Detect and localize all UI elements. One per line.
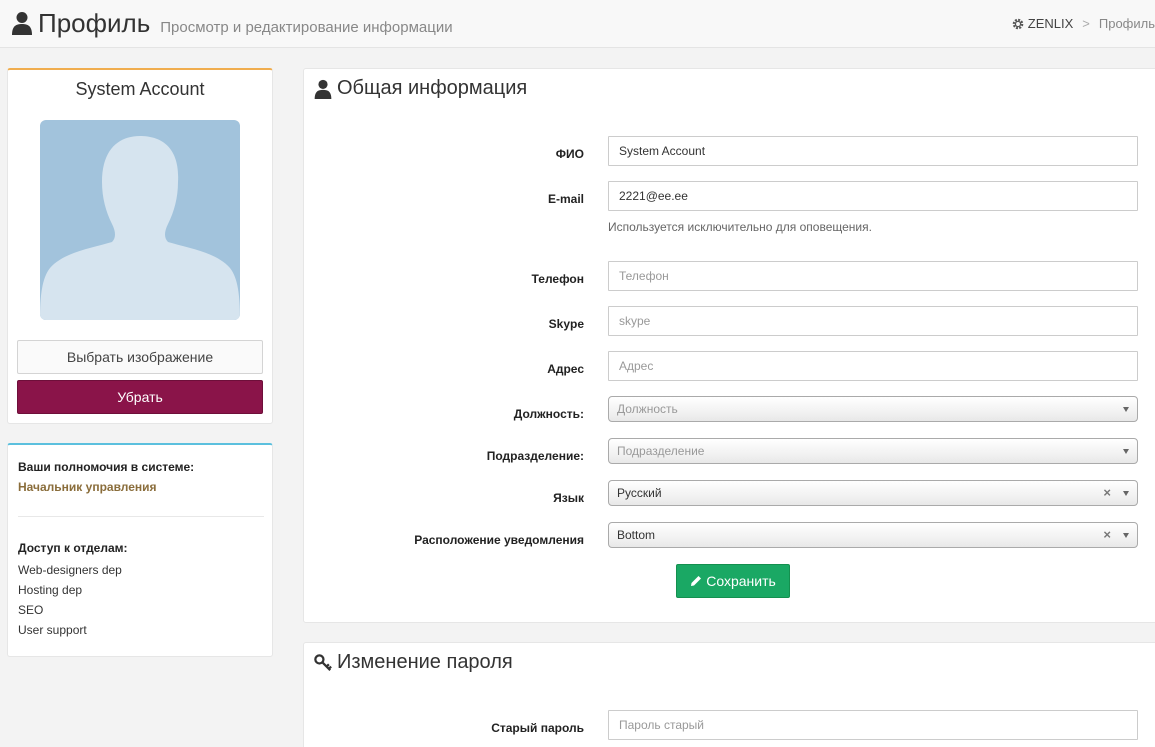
remove-image-button[interactable]: Убрать	[17, 380, 263, 414]
divider	[18, 516, 264, 517]
old-password-label: Старый пароль	[491, 721, 584, 735]
chevron-down-icon[interactable]	[1123, 449, 1129, 454]
phone-input[interactable]	[608, 261, 1138, 291]
email-help-text: Используется исключительно для оповещени…	[608, 220, 872, 234]
chevron-down-icon[interactable]	[1123, 407, 1129, 412]
page-title-text: Профиль	[38, 8, 151, 38]
skype-input[interactable]	[608, 306, 1138, 336]
permissions-label: Ваши полномочия в системе:	[18, 460, 195, 474]
address-input[interactable]	[608, 351, 1138, 381]
general-info-card: Общая информация ФИО E-mail Используется…	[303, 68, 1155, 623]
department-label: Подразделение:	[486, 449, 584, 463]
user-icon	[12, 12, 32, 35]
pencil-icon	[691, 576, 702, 586]
clear-icon[interactable]: ×	[1103, 528, 1111, 542]
chevron-down-icon[interactable]	[1123, 491, 1129, 496]
permissions-card: Ваши полномочия в системе: Начальник упр…	[7, 443, 273, 657]
choose-image-button[interactable]: Выбрать изображение	[17, 340, 263, 374]
default-avatar-silhouette	[40, 136, 240, 320]
page-header: Профиль Просмотр и редактирование информ…	[0, 0, 1155, 48]
breadcrumb: ZENLIX > Профиль	[1012, 16, 1155, 31]
breadcrumb-separator: >	[1082, 16, 1090, 31]
address-label: Адрес	[547, 362, 584, 376]
position-label: Должность:	[513, 407, 584, 421]
language-select[interactable]: Русский ×	[608, 480, 1138, 506]
general-info-heading: Общая информация	[314, 77, 527, 100]
list-item: Hosting dep	[18, 583, 83, 597]
profile-name: System Account	[75, 79, 205, 99]
notify-position-value: Bottom	[617, 528, 656, 542]
position-select-placeholder: Должность	[617, 402, 678, 416]
password-title: Изменение пароля	[337, 651, 513, 673]
user-icon	[314, 79, 332, 99]
clear-icon[interactable]: ×	[1103, 486, 1111, 500]
page-subtitle: Просмотр и редактирование информации	[160, 19, 453, 36]
profile-card: System Account Выбрать изображение Убрат…	[7, 68, 273, 424]
language-select-value: Русский	[617, 486, 662, 500]
key-icon	[314, 653, 332, 671]
page-title: Профиль Просмотр и редактирование информ…	[12, 8, 453, 39]
email-input[interactable]	[608, 181, 1138, 211]
departments-list: Web-designers dep Hosting dep SEO User s…	[18, 560, 122, 640]
list-item: User support	[18, 623, 87, 637]
notify-position-select[interactable]: Bottom ×	[608, 522, 1138, 548]
password-card: Изменение пароля Старый пароль	[303, 642, 1155, 747]
position-select[interactable]: Должность	[608, 396, 1138, 422]
chevron-down-icon[interactable]	[1123, 533, 1129, 538]
department-select-placeholder: Подразделение	[617, 444, 705, 458]
save-button-label: Сохранить	[706, 573, 776, 589]
fio-input[interactable]	[608, 136, 1138, 166]
save-button[interactable]: Сохранить	[676, 564, 790, 598]
old-password-input[interactable]	[608, 710, 1138, 740]
skype-label: Skype	[548, 317, 584, 331]
gear-icon	[1012, 18, 1024, 29]
general-info-title: Общая информация	[337, 77, 528, 99]
phone-label: Телефон	[531, 272, 584, 286]
breadcrumb-current: Профиль	[1098, 16, 1155, 31]
list-item: Web-designers dep	[18, 563, 122, 577]
avatar	[40, 120, 240, 320]
breadcrumb-home-link[interactable]: ZENLIX	[1028, 16, 1074, 31]
departments-label: Доступ к отделам:	[18, 541, 128, 555]
department-select[interactable]: Подразделение	[608, 438, 1138, 464]
language-label: Язык	[553, 491, 584, 505]
permissions-role: Начальник управления	[18, 480, 157, 494]
list-item: SEO	[18, 603, 44, 617]
password-heading: Изменение пароля	[314, 651, 513, 674]
email-label: E-mail	[547, 192, 584, 206]
notify-position-label: Расположение уведомления	[414, 533, 584, 547]
fio-label: ФИО	[555, 147, 584, 161]
